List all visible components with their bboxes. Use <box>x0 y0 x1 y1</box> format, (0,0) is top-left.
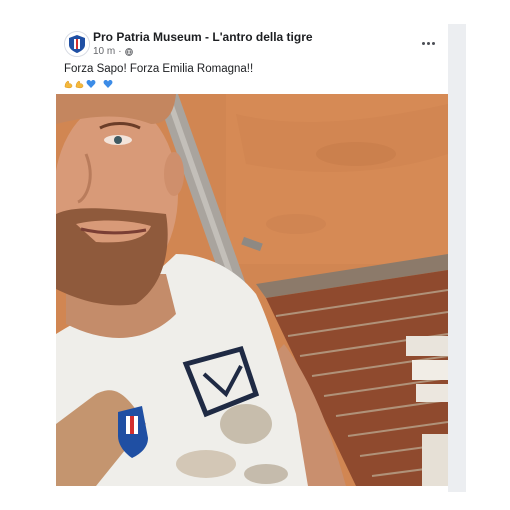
post-photo[interactable] <box>56 94 448 486</box>
flexed-biceps-icon <box>75 80 84 89</box>
scrollbar[interactable] <box>448 24 466 492</box>
selfie-photo-icon <box>56 94 448 486</box>
more-options-icon[interactable] <box>418 34 438 52</box>
meta-separator: · <box>118 46 122 57</box>
post-meta: 10 m · <box>93 46 133 57</box>
blue-heart-icon <box>86 79 96 88</box>
page-name[interactable]: Pro Patria Museum - L'antro della tigre <box>93 30 313 44</box>
flexed-biceps-icon <box>64 80 73 89</box>
blue-heart-icon <box>103 79 113 88</box>
post-text: Forza Sapo! Forza Emilia Romagna!! <box>64 63 254 75</box>
pro-patria-logo-icon <box>65 32 89 56</box>
globe-icon <box>124 47 133 56</box>
post-header: Pro Patria Museum - L'antro della tigre … <box>56 28 448 58</box>
post-time[interactable]: 10 m <box>93 46 115 57</box>
facebook-post: Pro Patria Museum - L'antro della tigre … <box>56 24 448 492</box>
page-avatar[interactable] <box>64 31 90 57</box>
emoji-row <box>64 78 113 90</box>
